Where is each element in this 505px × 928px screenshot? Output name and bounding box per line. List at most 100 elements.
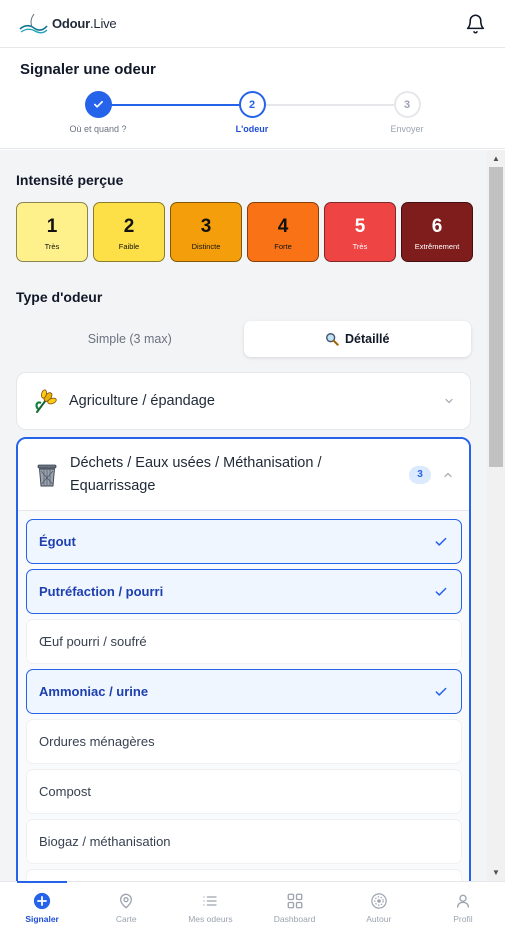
scroll-down-arrow-icon[interactable]: ▼ <box>487 865 505 879</box>
odour-type-section-title: Type d'odeur <box>16 289 103 305</box>
odour-option-ammoniac[interactable]: Ammoniac / urine <box>26 669 462 714</box>
odour-option-compost[interactable]: Compost <box>26 769 462 814</box>
category-waste-water-title: Déchets / Eaux usées / Méthanisation / E… <box>70 452 409 498</box>
mode-detailed-label: Détaillé <box>345 332 390 346</box>
intensity-level-value: 1 <box>46 216 58 237</box>
nav-dashboard[interactable]: Dashboard <box>253 882 337 928</box>
mode-detailed-tab[interactable]: Détaillé <box>243 321 471 357</box>
check-icon <box>433 685 449 699</box>
grid-icon <box>286 891 304 911</box>
category-agriculture-title: Agriculture / épandage <box>69 392 215 409</box>
check-icon <box>433 585 449 599</box>
odour-option-partial[interactable] <box>26 869 462 881</box>
category-title-line-1: Déchets / Eaux usées / Méthanisation / <box>70 454 322 471</box>
step-odour[interactable]: 2 L'odeur <box>192 91 312 134</box>
app-root: Odour.Live Signaler une odeur Où et quan… <box>0 0 505 928</box>
intensity-level-5[interactable]: 5 Très <box>324 202 396 262</box>
nav-carte[interactable]: Carte <box>84 882 168 928</box>
scroll-up-arrow-icon[interactable]: ▲ <box>487 151 505 165</box>
odour-option-label: Ordures ménagères <box>39 734 155 749</box>
nav-signaler[interactable]: Signaler <box>0 881 84 928</box>
user-icon <box>455 891 471 911</box>
odour-option-label: Putréfaction / pourri <box>39 584 164 599</box>
step-2-circle: 2 <box>238 91 266 118</box>
nav-label: Carte <box>115 914 137 924</box>
intensity-section-title: Intensité perçue <box>16 172 124 188</box>
check-icon <box>433 535 449 549</box>
radar-icon <box>370 891 388 911</box>
nav-label: Dashboard <box>273 914 316 924</box>
notifications-button[interactable] <box>463 12 487 36</box>
intensity-level-label: Extrêmement <box>414 242 460 251</box>
wheat-icon <box>31 386 61 416</box>
intensity-level-label: Forte <box>274 242 292 251</box>
top-app-bar: Odour.Live <box>0 0 505 48</box>
odour-option-label: Ammoniac / urine <box>39 684 149 699</box>
content-scrollbar[interactable]: ▲ ▼ <box>487 150 505 881</box>
intensity-level-value: 3 <box>200 216 212 237</box>
intensity-level-label: Faible <box>118 242 140 251</box>
intensity-level-label: Distincte <box>191 242 221 251</box>
odour-option-egout[interactable]: Égout <box>26 519 462 564</box>
intensity-level-label: Très <box>352 242 368 251</box>
brand-sub: .Live <box>90 16 117 31</box>
category-agriculture: Agriculture / épandage <box>16 372 471 430</box>
odour-mode-toggle: Simple (3 max) Détaillé <box>16 320 471 358</box>
nav-profil[interactable]: Profil <box>421 882 505 928</box>
app-logo-text: Odour.Live <box>52 16 117 31</box>
map-pin-icon <box>118 891 134 911</box>
category-agriculture-header[interactable]: Agriculture / épandage <box>17 373 470 429</box>
step-2-label: L'odeur <box>235 124 269 134</box>
intensity-level-value: 5 <box>354 216 366 237</box>
step-3-circle: 3 <box>393 91 421 118</box>
check-icon <box>93 100 103 108</box>
intensity-level-2[interactable]: 2 Faible <box>93 202 165 262</box>
plus-circle-icon <box>33 891 51 911</box>
report-form-content[interactable]: Intensité perçue 1 Très 2 Faible 3 Disti… <box>0 150 487 881</box>
intensity-level-4[interactable]: 4 Forte <box>247 202 319 262</box>
intensity-selector: 1 Très 2 Faible 3 Distincte 4 Forte 5 Tr… <box>16 202 473 262</box>
step-where-when[interactable]: Où et quand ? <box>38 91 158 134</box>
list-icon <box>202 891 218 911</box>
chevron-up-icon <box>441 469 455 481</box>
trash-can-icon <box>32 460 62 490</box>
nav-label: Autour <box>366 914 392 924</box>
scrollbar-thumb[interactable] <box>489 167 503 467</box>
odour-live-logo-icon <box>19 13 48 33</box>
bottom-navigation: Signaler Carte Mes odeurs Dashboard Auto… <box>0 881 505 928</box>
odour-option-label: Égout <box>39 534 76 549</box>
intensity-level-label: Très <box>44 242 60 251</box>
odour-option-putrefaction[interactable]: Putréfaction / pourri <box>26 569 462 614</box>
category-waste-water: Déchets / Eaux usées / Méthanisation / E… <box>16 437 471 881</box>
nav-label: Profil <box>453 914 473 924</box>
intensity-level-1[interactable]: 1 Très <box>16 202 88 262</box>
odour-option-ordures[interactable]: Ordures ménagères <box>26 719 462 764</box>
intensity-level-3[interactable]: 3 Distincte <box>170 202 242 262</box>
intensity-level-value: 6 <box>431 216 443 237</box>
odour-option-label: Biogaz / méthanisation <box>39 834 171 849</box>
odour-option-biogaz[interactable]: Biogaz / méthanisation <box>26 819 462 864</box>
report-stepper-header: Signaler une odeur Où et quand ? 2 L'ode… <box>0 48 505 149</box>
brand-main: Odour <box>52 16 90 31</box>
selected-count-badge: 3 <box>409 465 431 484</box>
nav-label: Mes odeurs <box>188 914 233 924</box>
intensity-level-6[interactable]: 6 Extrêmement <box>401 202 473 262</box>
bell-icon <box>466 14 484 34</box>
nav-autour[interactable]: Autour <box>337 882 421 928</box>
intensity-level-value: 2 <box>123 216 135 237</box>
step-3-label: Envoyer <box>390 124 424 134</box>
category-title-line-2: Equarrissage <box>70 477 156 494</box>
nav-mes-odeurs[interactable]: Mes odeurs <box>168 882 252 928</box>
step-send[interactable]: 3 Envoyer <box>347 91 467 134</box>
odour-option-label: Compost <box>39 784 92 799</box>
nav-label: Signaler <box>25 914 59 924</box>
page-title: Signaler une odeur <box>20 61 156 78</box>
odour-option-label: Œuf pourri / soufré <box>39 634 147 649</box>
app-logo[interactable]: Odour.Live <box>18 13 117 35</box>
step-1-circle <box>84 91 112 118</box>
mode-simple-tab[interactable]: Simple (3 max) <box>16 321 244 357</box>
odour-option-oeuf-pourri[interactable]: Œuf pourri / soufré <box>26 619 462 664</box>
magnifier-icon <box>326 333 339 346</box>
category-waste-water-header[interactable]: Déchets / Eaux usées / Méthanisation / E… <box>18 439 469 511</box>
intensity-level-value: 4 <box>277 216 289 237</box>
